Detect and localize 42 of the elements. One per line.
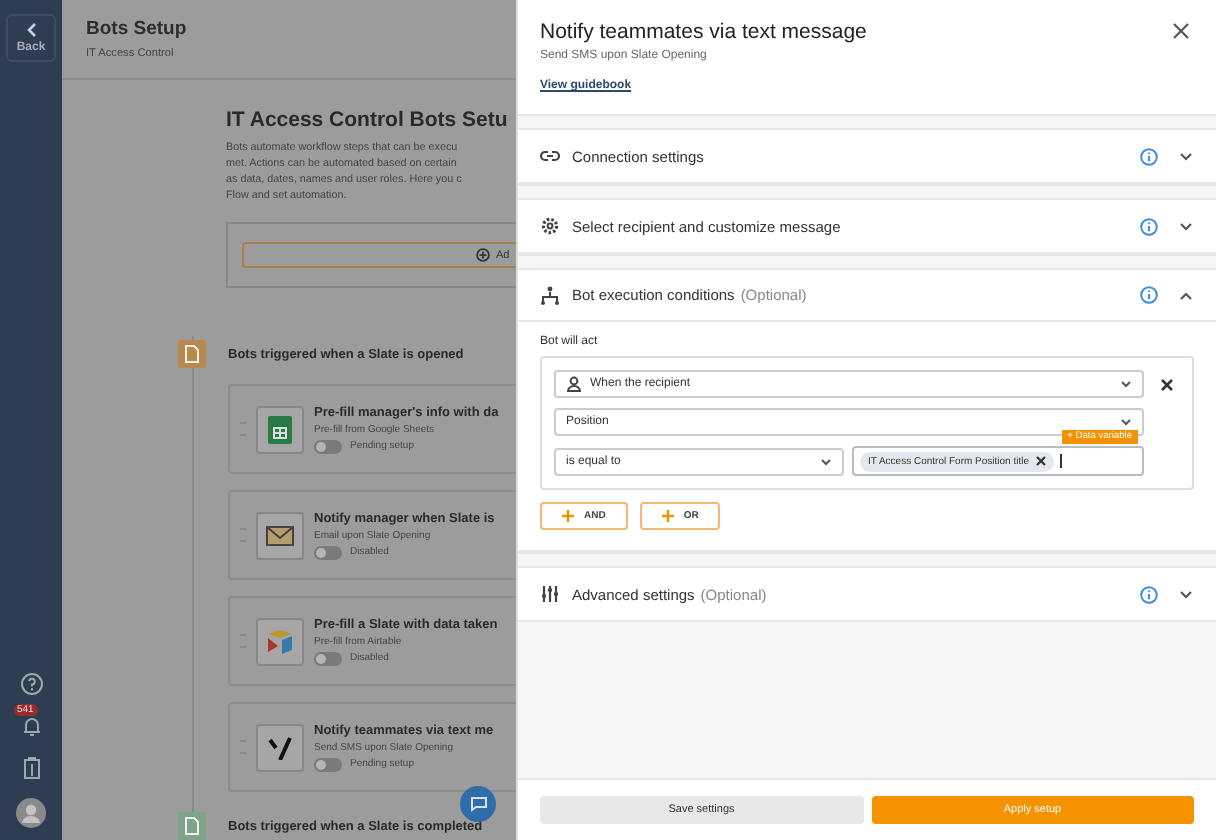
link-icon — [540, 146, 560, 166]
chevron-up-icon — [1178, 287, 1194, 303]
plus-circle-icon — [476, 248, 490, 262]
document-icon — [178, 812, 206, 840]
plus-icon — [562, 510, 574, 522]
sliders-icon — [540, 584, 560, 604]
page-heading: IT Access Control Bots Setu — [226, 108, 510, 132]
page-title: Bots Setup — [86, 18, 189, 40]
caret-icon — [820, 455, 832, 467]
info-icon[interactable] — [1140, 585, 1158, 603]
gear-icon — [540, 216, 560, 236]
toggle-switch[interactable] — [314, 545, 342, 559]
v-logo-icon — [268, 735, 292, 759]
bell-icon[interactable] — [19, 714, 43, 738]
chat-button[interactable] — [460, 786, 496, 822]
avatar[interactable] — [16, 798, 46, 828]
colorful-logo-icon — [264, 627, 296, 655]
caret-icon — [1120, 416, 1132, 428]
toggle-switch[interactable] — [314, 439, 342, 453]
close-icon — [1159, 377, 1173, 391]
info-icon[interactable] — [1140, 147, 1158, 165]
person-icon — [566, 376, 582, 392]
plus-icon — [661, 510, 674, 522]
chevron-left-icon — [23, 22, 39, 38]
toggle-switch[interactable] — [314, 757, 342, 771]
remove-icon[interactable] — [1035, 456, 1045, 466]
spreadsheet-icon — [268, 415, 292, 443]
chevron-down-icon — [1178, 218, 1194, 234]
chevron-down-icon — [1178, 148, 1194, 164]
toggle-switch[interactable] — [314, 651, 342, 665]
chat-icon — [469, 796, 487, 812]
document-icon — [178, 340, 206, 368]
caret-icon — [1120, 378, 1132, 390]
close-icon — [1172, 22, 1190, 40]
info-icon[interactable] — [1140, 286, 1158, 304]
panel-title: Notify teammates via text message — [540, 19, 867, 43]
close-button[interactable] — [1168, 18, 1194, 44]
envelope-icon — [266, 525, 294, 545]
chevron-down-icon — [1178, 586, 1194, 602]
info-icon[interactable] — [1140, 217, 1158, 235]
help-icon[interactable] — [19, 672, 43, 696]
branch-icon — [540, 285, 560, 305]
